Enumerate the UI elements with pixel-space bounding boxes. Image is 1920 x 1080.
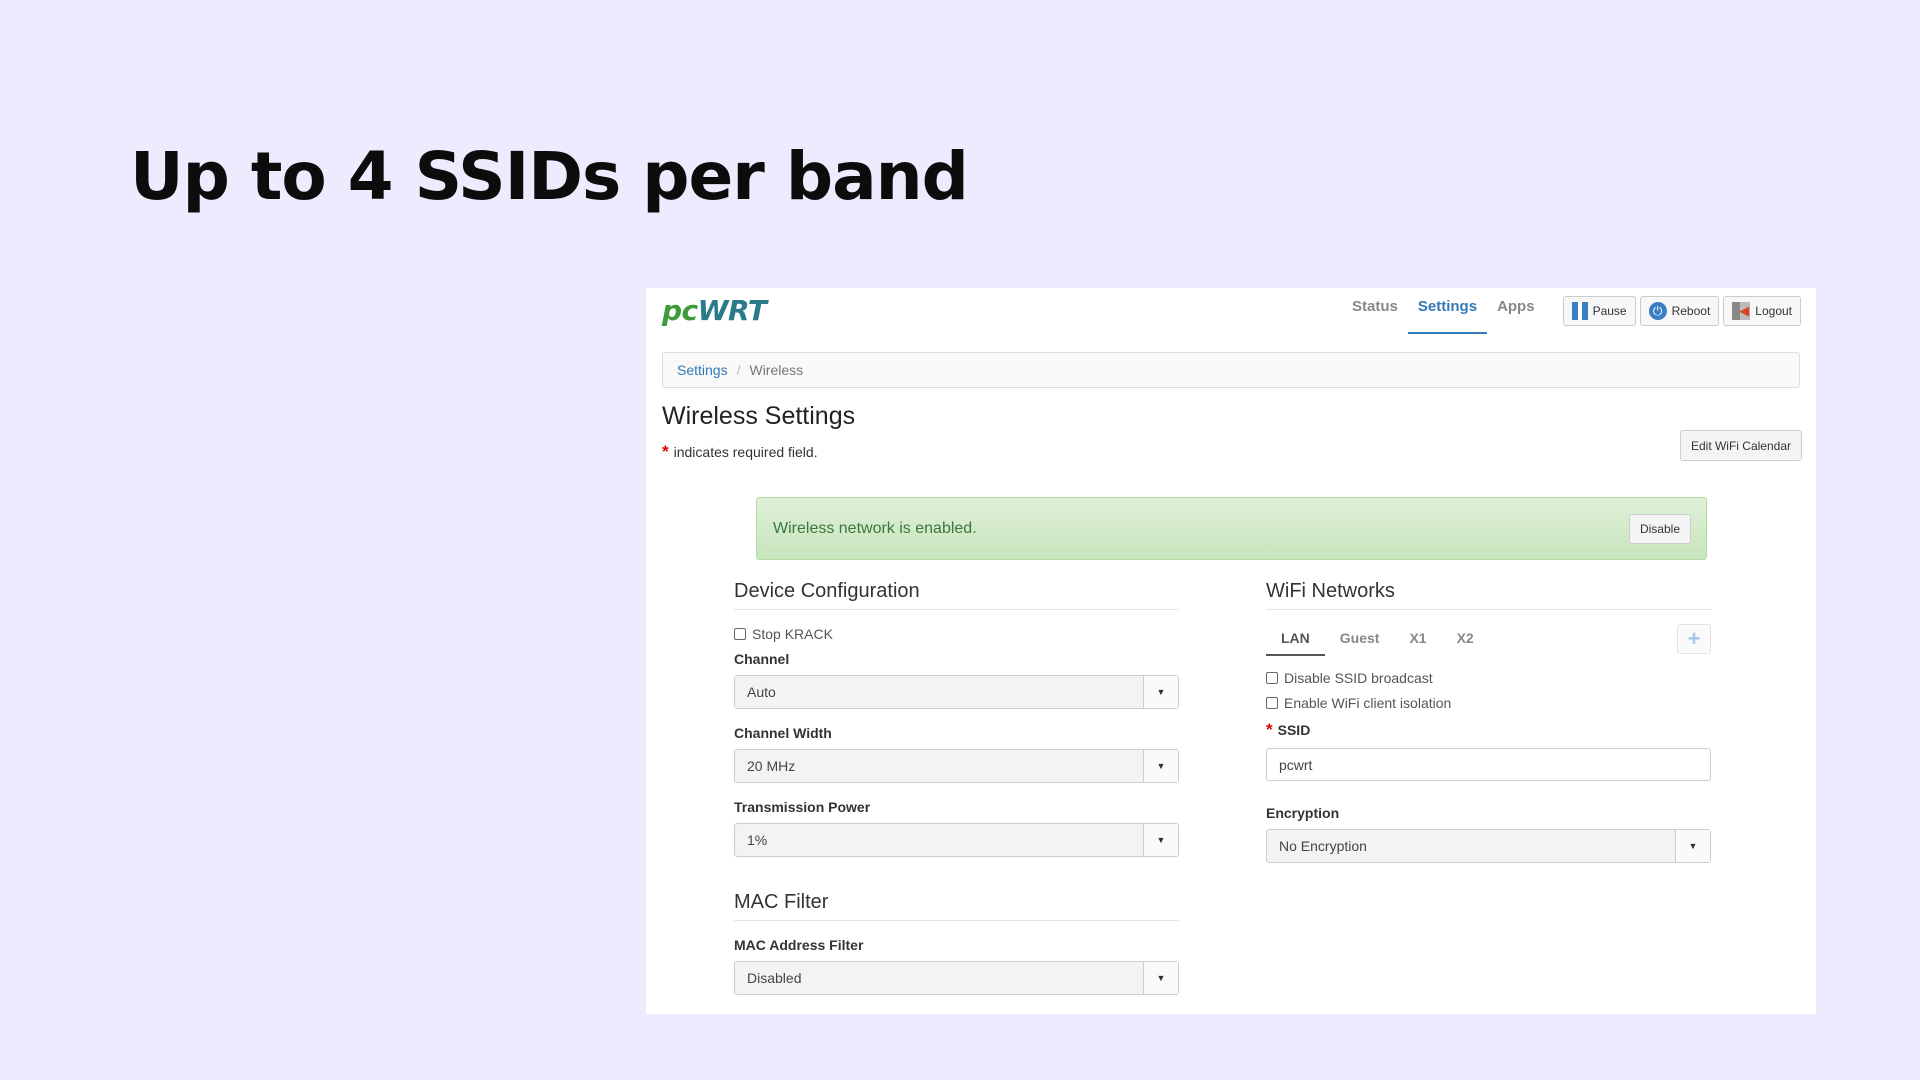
pause-icon xyxy=(1571,302,1588,320)
breadcrumb: Settings / Wireless xyxy=(662,352,1800,388)
client-isolation-row[interactable]: Enable WiFi client isolation xyxy=(1266,695,1711,711)
channel-select[interactable]: Auto ▼ xyxy=(734,675,1179,709)
wifi-networks-section: WiFi Networks LAN Guest X1 X2 + Disable … xyxy=(1266,580,1711,879)
channel-value: Auto xyxy=(747,684,776,700)
breadcrumb-separator: / xyxy=(736,362,741,378)
disable-button[interactable]: Disable xyxy=(1628,514,1691,544)
tx-power-value: 1% xyxy=(747,832,768,848)
mac-address-filter-label: MAC Address Filter xyxy=(734,937,864,953)
breadcrumb-wireless: Wireless xyxy=(749,362,804,378)
wifi-tabs: LAN Guest X1 X2 + xyxy=(1266,622,1711,656)
edit-wifi-calendar-button[interactable]: Edit WiFi Calendar xyxy=(1679,430,1802,461)
logo-wrt: WRT xyxy=(697,294,767,327)
ssid-label: * SSID xyxy=(1266,720,1711,740)
add-network-button[interactable]: + xyxy=(1677,624,1711,654)
caret-down-icon: ▼ xyxy=(1143,962,1178,994)
tx-power-select[interactable]: 1% ▼ xyxy=(734,823,1179,857)
required-note: * indicates required field. xyxy=(662,442,818,462)
disable-ssid-broadcast-checkbox[interactable] xyxy=(1266,672,1278,684)
breadcrumb-settings[interactable]: Settings xyxy=(677,362,728,378)
nav-status[interactable]: Status xyxy=(1342,288,1408,334)
disable-ssid-broadcast-row[interactable]: Disable SSID broadcast xyxy=(1266,670,1711,686)
client-isolation-checkbox[interactable] xyxy=(1266,697,1278,709)
caret-down-icon: ▼ xyxy=(1143,750,1178,782)
caret-down-icon: ▼ xyxy=(1143,676,1178,708)
stop-krack-checkbox[interactable] xyxy=(734,628,746,640)
slide-title: Up to 4 SSIDs per band xyxy=(130,138,969,215)
mac-filter-section: MAC Filter MAC Address Filter Disabled ▼ xyxy=(734,891,1179,995)
nav-apps[interactable]: Apps xyxy=(1487,288,1545,334)
tx-power-label: Transmission Power xyxy=(734,799,871,815)
mac-filter-value: Disabled xyxy=(747,970,802,986)
pause-button[interactable]: Pause xyxy=(1562,296,1636,326)
pcwrt-screenshot: pcWRT Status Settings Apps Pause ⏻ Reboo… xyxy=(646,288,1816,1014)
required-star: * xyxy=(662,442,669,461)
page-title: Wireless Settings xyxy=(662,402,856,430)
encryption-select[interactable]: No Encryption ▼ xyxy=(1266,829,1711,863)
wifi-networks-heading: WiFi Networks xyxy=(1266,580,1711,610)
disable-ssid-broadcast-label: Disable SSID broadcast xyxy=(1284,670,1433,686)
logout-icon xyxy=(1732,302,1751,320)
reboot-label: Reboot xyxy=(1671,304,1711,318)
device-config-heading: Device Configuration xyxy=(734,580,1179,610)
wireless-status-alert: Wireless network is enabled. Disable xyxy=(756,497,1707,560)
logout-button[interactable]: Logout xyxy=(1723,296,1801,326)
pcwrt-logo[interactable]: pcWRT xyxy=(662,294,767,327)
mac-address-filter-select[interactable]: Disabled ▼ xyxy=(734,961,1179,995)
device-config-section: Device Configuration Stop KRACK Channel … xyxy=(734,580,1179,1011)
channel-width-select[interactable]: 20 MHz ▼ xyxy=(734,749,1179,783)
ssid-label-text: SSID xyxy=(1277,722,1311,738)
alert-text: Wireless network is enabled. xyxy=(773,519,977,537)
nav-settings[interactable]: Settings xyxy=(1407,288,1488,334)
tab-lan[interactable]: LAN xyxy=(1266,622,1325,656)
ssid-input[interactable] xyxy=(1266,748,1711,781)
required-star: * xyxy=(1266,720,1273,739)
mac-filter-heading: MAC Filter xyxy=(734,891,1179,921)
tab-x1[interactable]: X1 xyxy=(1394,622,1441,656)
plus-icon: + xyxy=(1687,626,1701,651)
required-note-text: indicates required field. xyxy=(673,444,818,460)
encryption-label: Encryption xyxy=(1266,805,1340,821)
logo-pc: pc xyxy=(662,294,698,327)
top-nav: Status Settings Apps Pause ⏻ Reboot Logo… xyxy=(1342,288,1801,334)
encryption-value: No Encryption xyxy=(1279,838,1367,854)
stop-krack-label: Stop KRACK xyxy=(752,626,833,642)
channel-label: Channel xyxy=(734,651,790,667)
channel-width-value: 20 MHz xyxy=(747,758,796,774)
logout-label: Logout xyxy=(1755,304,1792,318)
caret-down-icon: ▼ xyxy=(1675,830,1710,862)
power-icon: ⏻ xyxy=(1648,302,1667,320)
pause-label: Pause xyxy=(1592,304,1627,318)
tab-guest[interactable]: Guest xyxy=(1325,622,1395,656)
channel-width-label: Channel Width xyxy=(734,725,832,741)
caret-down-icon: ▼ xyxy=(1143,824,1178,856)
stop-krack-row[interactable]: Stop KRACK xyxy=(734,626,1179,642)
reboot-button[interactable]: ⏻ Reboot xyxy=(1639,296,1720,326)
tab-x2[interactable]: X2 xyxy=(1442,622,1489,656)
client-isolation-label: Enable WiFi client isolation xyxy=(1284,695,1452,711)
